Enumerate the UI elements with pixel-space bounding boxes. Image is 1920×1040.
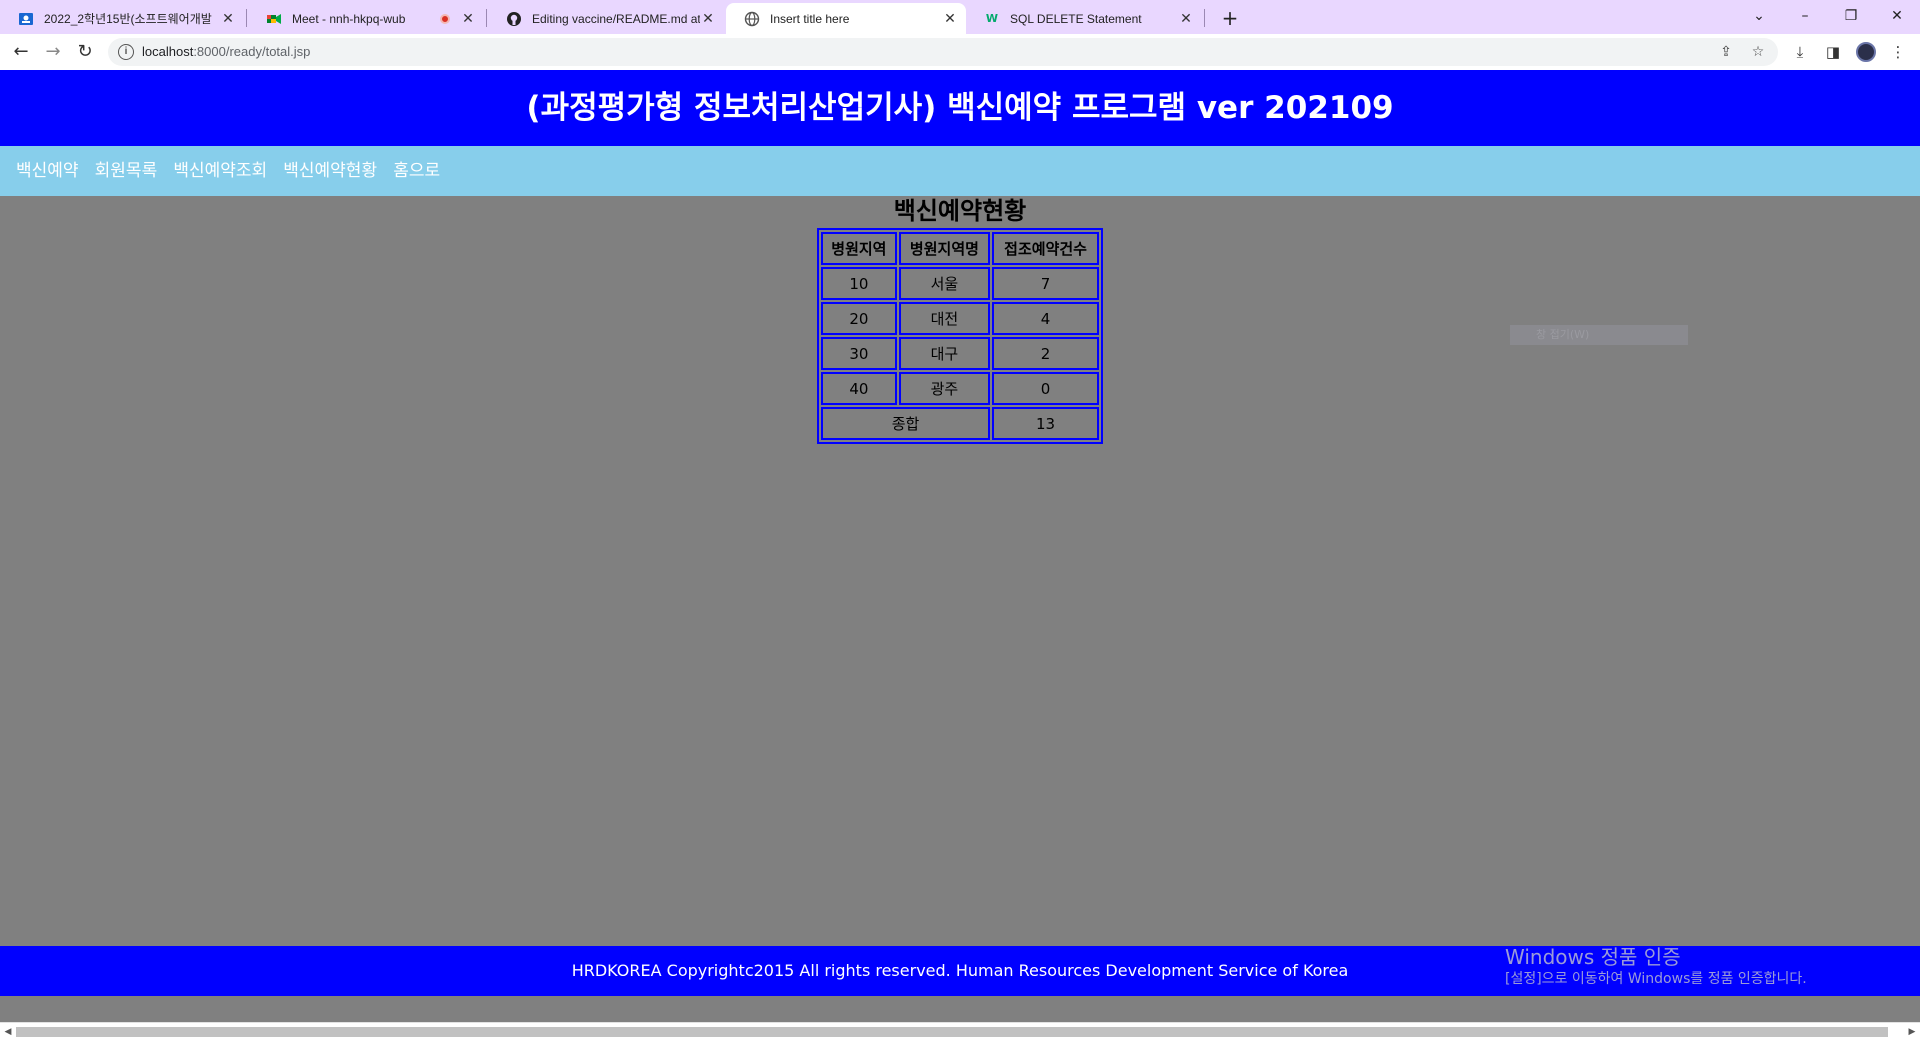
side-panel-icon[interactable]: ◨: [1823, 42, 1843, 62]
watermark-title: Windows 정품 인증: [1505, 945, 1681, 969]
tab-title: Editing vaccine/README.md at: [532, 11, 700, 26]
bookmark-star-icon[interactable]: ☆: [1748, 42, 1768, 62]
table-cell: 4: [992, 302, 1099, 335]
back-button[interactable]: ←: [8, 39, 34, 65]
scroll-left-icon[interactable]: ◀: [0, 1023, 16, 1040]
table-cell: 7: [992, 267, 1099, 300]
profile-avatar[interactable]: [1856, 42, 1876, 62]
total-label: 종합: [821, 407, 991, 440]
menu-icon[interactable]: ⋮: [1888, 42, 1908, 62]
close-icon[interactable]: ✕: [942, 11, 958, 27]
table-cell: 서울: [898, 267, 991, 300]
table-cell: 30: [821, 337, 897, 370]
tab-search-icon[interactable]: ⌄: [1736, 2, 1782, 30]
classroom-icon: [18, 11, 34, 27]
tab-insert-title[interactable]: Insert title here ✕: [726, 3, 966, 34]
tab-title: Insert title here: [770, 11, 850, 26]
table-cell: 광주: [898, 372, 991, 405]
windows-activation-watermark: Windows 정품 인증 [설정]으로 이동하여 Windows를 정품 인증…: [1505, 944, 1807, 988]
w3schools-icon: W: [985, 12, 999, 25]
address-bar[interactable]: i localhost:8000/ready/total.jsp ⇪ ☆: [108, 38, 1778, 66]
nav-vaccine-reservation[interactable]: 백신예약: [16, 161, 79, 181]
total-value: 13: [992, 407, 1099, 440]
table-header-row: 병원지역 병원지역명 접조예약건수: [821, 232, 1099, 265]
close-window-button[interactable]: ✕: [1874, 2, 1920, 30]
column-header: 병원지역: [821, 232, 897, 265]
close-icon[interactable]: ✕: [220, 11, 236, 27]
tab-separator: [1204, 9, 1205, 27]
close-icon[interactable]: ✕: [460, 11, 476, 27]
ghost-tooltip: 창 접기(W): [1510, 325, 1688, 345]
forward-button[interactable]: →: [40, 39, 66, 65]
url-text[interactable]: localhost:8000/ready/total.jsp: [142, 38, 310, 66]
section-title: 백신예약현황: [893, 197, 1027, 225]
nav-reservation-status[interactable]: 백신예약현황: [283, 161, 377, 181]
page-title: (과정평가형 정보처리산업기사) 백신예약 프로그램 ver 202109: [0, 70, 1920, 146]
browser-toolbar: ← → ↻ i localhost:8000/ready/total.jsp ⇪…: [0, 34, 1920, 70]
table-cell: 0: [992, 372, 1099, 405]
tab-title: Meet - nnh-hkpq-wub: [292, 11, 406, 26]
tab-meet[interactable]: Meet - nnh-hkpq-wub ✕: [248, 3, 484, 34]
nav-home[interactable]: 홈으로: [393, 161, 440, 181]
table-cell: 2: [992, 337, 1099, 370]
tab-separator: [486, 9, 487, 27]
horizontal-scrollbar[interactable]: ◀ ▶: [0, 1022, 1920, 1040]
tab-title: SQL DELETE Statement: [1010, 11, 1142, 26]
tab-github[interactable]: Editing vaccine/README.md at ✕: [488, 3, 724, 34]
new-tab-button[interactable]: +: [1216, 5, 1244, 31]
table-cell: 대전: [898, 302, 991, 335]
close-icon[interactable]: ✕: [700, 11, 716, 27]
column-header: 접조예약건수: [992, 232, 1099, 265]
nav-reservation-lookup[interactable]: 백신예약조회: [173, 161, 267, 181]
table-total-row: 종합 13: [821, 407, 1099, 440]
nav-member-list[interactable]: 회원목록: [95, 161, 158, 181]
table-cell: 대구: [898, 337, 991, 370]
scroll-right-icon[interactable]: ▶: [1904, 1023, 1920, 1040]
meet-icon: [266, 11, 282, 27]
tab-sql-delete[interactable]: W SQL DELETE Statement ✕: [966, 3, 1202, 34]
status-table: 병원지역 병원지역명 접조예약건수 10 서울 7 20 대전 4 30 대구 …: [817, 228, 1103, 444]
table-row: 20 대전 4: [821, 302, 1099, 335]
tab-title: 2022_2학년15반(소프트웨어개발: [44, 12, 212, 26]
github-icon: [506, 11, 522, 27]
table-cell: 40: [821, 372, 897, 405]
download-icon[interactable]: ⤓: [1790, 42, 1810, 62]
scrollbar-thumb[interactable]: [16, 1027, 1888, 1037]
tab-separator: [246, 9, 247, 27]
info-icon[interactable]: i: [118, 44, 134, 60]
reload-button[interactable]: ↻: [72, 39, 98, 65]
table-row: 10 서울 7: [821, 267, 1099, 300]
table-cell: 20: [821, 302, 897, 335]
tab-strip: 2022_2학년15반(소프트웨어개발 ✕ Meet - nnh-hkpq-wu…: [0, 0, 1920, 34]
column-header: 병원지역명: [898, 232, 991, 265]
table-row: 30 대구 2: [821, 337, 1099, 370]
globe-icon: [744, 11, 760, 27]
minimize-button[interactable]: –: [1782, 2, 1828, 30]
share-icon[interactable]: ⇪: [1716, 42, 1736, 62]
restore-button[interactable]: ❐: [1828, 2, 1874, 30]
recording-icon: [440, 13, 450, 24]
table-cell: 10: [821, 267, 897, 300]
close-icon[interactable]: ✕: [1178, 11, 1194, 27]
watermark-subtitle: [설정]으로 이동하여 Windows를 정품 인증합니다.: [1505, 971, 1807, 987]
main-nav: 백신예약 회원목록 백신예약조회 백신예약현황 홈으로: [0, 146, 1920, 196]
table-row: 40 광주 0: [821, 372, 1099, 405]
tab-classroom[interactable]: 2022_2학년15반(소프트웨어개발 ✕: [0, 3, 244, 34]
